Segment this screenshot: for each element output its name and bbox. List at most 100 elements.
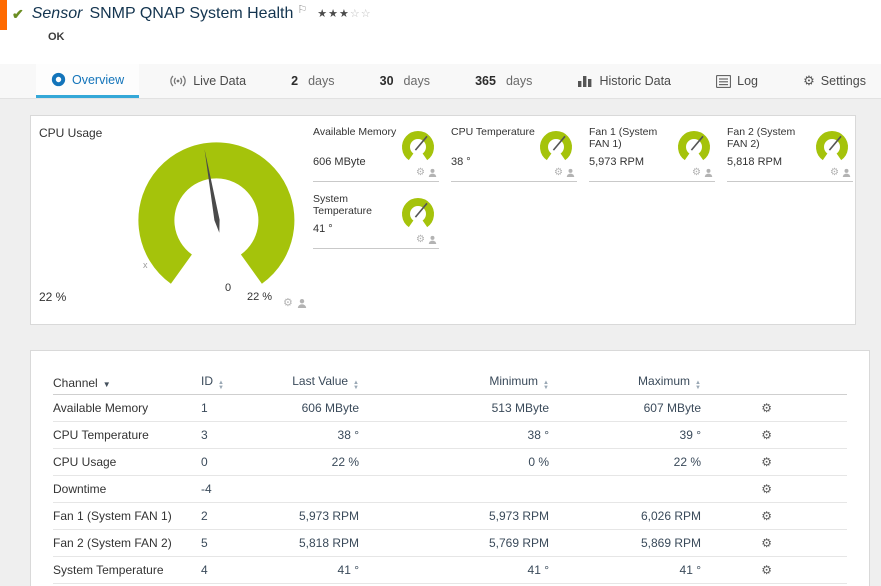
tab-settings[interactable]: ⚙ Settings [788,64,881,98]
mini-gauge-dial [402,131,434,161]
mini-gauge-value: 38 ° [451,156,471,168]
mini-gauge-label: Available Memory [313,126,397,138]
sort-arrows-icon[interactable]: ▲ ▼ [218,380,224,391]
channel-settings-gear-icon[interactable]: ⚙ [761,536,772,550]
sort-arrows-icon[interactable]: ▲ ▼ [695,380,701,391]
gear-icon[interactable]: ⚙ [692,167,701,178]
historic-data-chart-icon [578,76,592,87]
flag-icon[interactable]: ⚐ [297,3,307,16]
overview-gauge-icon [51,72,66,87]
stars-filled: ★★★ [317,7,350,20]
mini-gauge-dial [402,198,434,228]
tab-label: Live Data [193,74,247,88]
mini-gauge-value: 5,973 RPM [589,156,645,168]
sensor-header: ✔ Sensor SNMP QNAP System Health ⚐ ★★★☆☆… [0,0,881,64]
gear-icon[interactable]: ⚙ [416,167,425,178]
channel-settings-gear-icon[interactable]: ⚙ [761,563,772,577]
gear-icon[interactable]: ⚙ [416,234,425,245]
tab-label: Overview [72,72,125,87]
mini-gauge-fan-2: Fan 2 (System FAN 2) 5,818 RPM ⚙ [727,125,853,182]
gear-icon[interactable]: ⚙ [283,296,293,309]
channel-id: 3 [201,428,208,442]
channel-name[interactable]: CPU Usage [53,455,201,469]
tab-log[interactable]: Log [701,64,773,98]
channel-settings-gear-icon[interactable]: ⚙ [761,482,772,496]
column-header-minimum[interactable]: Minimum [489,374,538,388]
channel-name[interactable]: Downtime [53,482,201,496]
sort-down-icon[interactable]: ▼ [103,380,111,389]
mini-gauge-available-memory: Available Memory 606 MByte ⚙ [313,125,439,182]
priority-stars[interactable]: ★★★☆☆ [317,7,371,20]
table-row: System Temperature 4 41 ° 41 ° 41 ° ⚙ [53,557,847,584]
channel-table-panel: Channel ▼ ID ▲ ▼ Last Value ▲ ▼ Minimum ▲ ▼ Max… [30,350,870,586]
table-header-row: Channel ▼ ID ▲ ▼ Last Value ▲ ▼ Minimum ▲ ▼ Max… [53,371,847,395]
channel-maximum: 41 ° [679,563,701,577]
channel-last-value: 38 ° [337,428,359,442]
tab-unit: days [505,74,533,88]
gauge-scale-min: 0 [225,282,232,294]
channel-last-value: 5,973 RPM [298,509,359,523]
table-row: Fan 2 (System FAN 2) 5 5,818 RPM 5,769 R… [53,530,847,557]
channel-name[interactable]: CPU Temperature [53,428,201,442]
channel-id: -4 [201,482,212,496]
tab-365-days[interactable]: 365 days [460,64,547,98]
column-header-last-value[interactable]: Last Value [292,374,348,388]
person-icon[interactable] [428,168,437,177]
person-icon[interactable] [704,168,713,177]
mini-gauge-label: CPU Temperature [451,126,535,138]
channel-name[interactable]: Fan 2 (System FAN 2) [53,536,201,550]
mini-gauge-label: System Temperature [313,193,372,217]
channel-settings-gear-icon[interactable]: ⚙ [761,401,772,415]
tab-30-days[interactable]: 30 days [365,64,445,98]
tab-historic-data[interactable]: Historic Data [562,64,686,98]
channel-id: 4 [201,563,208,577]
channel-settings-gear-icon[interactable]: ⚙ [761,455,772,469]
person-icon[interactable] [566,168,575,177]
mini-gauge-dial [816,131,848,161]
tab-2-days[interactable]: 2 days [276,64,349,98]
mini-gauge-dial [540,131,572,161]
object-kind-label: Sensor [31,5,83,22]
channel-last-value: 606 MByte [301,401,359,415]
gauge-x-marker: x [143,260,148,270]
priority-accent-bar [0,0,7,30]
column-header-id[interactable]: ID [201,374,213,388]
channel-minimum: 5,769 RPM [488,536,549,550]
column-header-maximum[interactable]: Maximum [638,374,690,388]
channel-id: 5 [201,536,208,550]
gear-icon[interactable]: ⚙ [830,167,839,178]
channel-maximum: 6,026 RPM [640,509,701,523]
channel-id: 0 [201,455,208,469]
person-icon[interactable] [842,168,851,177]
person-icon[interactable] [428,235,437,244]
mini-gauge-cpu-temperature: CPU Temperature 38 ° ⚙ [451,125,577,182]
mini-gauge-label: Fan 2 (System FAN 2) [727,126,796,150]
channel-name[interactable]: System Temperature [53,563,201,577]
channel-name[interactable]: Fan 1 (System FAN 1) [53,509,201,523]
table-row: CPU Usage 0 22 % 0 % 22 % ⚙ [53,449,847,476]
channel-maximum: 5,869 RPM [640,536,701,550]
page-title: SNMP QNAP System Health [89,5,294,22]
column-header-channel[interactable]: Channel [53,376,98,390]
channel-maximum: 39 ° [679,428,701,442]
table-row: Available Memory 1 606 MByte 513 MByte 6… [53,395,847,422]
cpu-usage-gauge [138,142,295,284]
channel-id: 2 [201,509,208,523]
channel-last-value: 22 % [331,455,359,469]
tab-bar: Overview Live Data 2 days 30 days 365 days … [0,64,881,99]
tab-live-data[interactable]: Live Data [154,64,261,98]
table-row: CPU Temperature 3 38 ° 38 ° 39 ° ⚙ [53,422,847,449]
gear-icon[interactable]: ⚙ [554,167,563,178]
channel-settings-gear-icon[interactable]: ⚙ [761,428,772,442]
tab-label: Settings [820,74,866,88]
person-icon[interactable] [297,298,307,308]
tab-number: 2 [291,74,299,88]
tab-overview[interactable]: Overview [36,64,140,98]
channel-last-value: 41 ° [337,563,359,577]
channel-settings-gear-icon[interactable]: ⚙ [761,509,772,523]
live-data-broadcast-icon [170,75,186,87]
channel-name[interactable]: Available Memory [53,401,201,415]
stars-empty: ☆☆ [349,7,372,20]
main-gauge-value: 22 % [39,290,67,304]
channel-id: 1 [201,401,208,415]
